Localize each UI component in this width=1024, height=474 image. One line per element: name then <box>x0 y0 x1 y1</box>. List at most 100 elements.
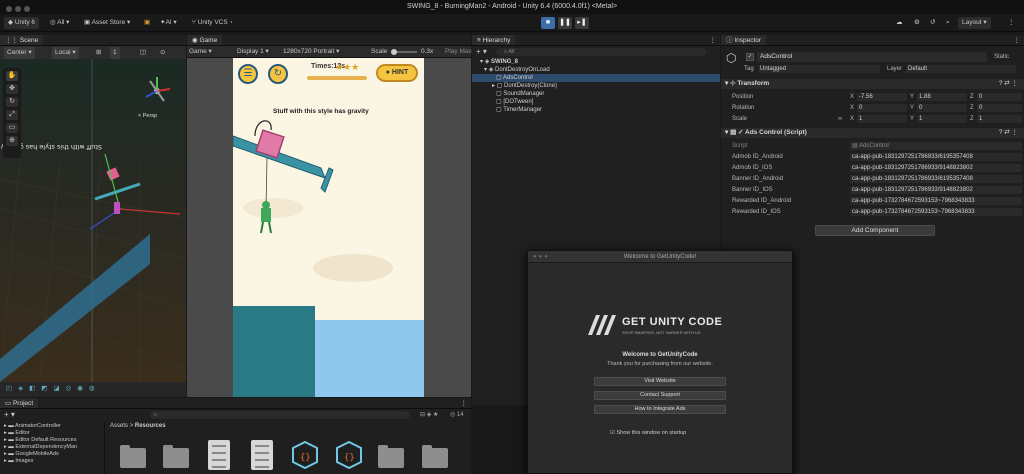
add-icon[interactable]: + ▾ <box>476 47 487 56</box>
scale-z[interactable]: 1 <box>977 115 1022 123</box>
menu-button[interactable]: ☰ <box>238 64 258 84</box>
history-icon[interactable]: ↺ <box>930 17 935 29</box>
filter-icons[interactable]: ⊟ ◈ ★ <box>420 411 438 418</box>
transform-header[interactable]: ▾ ⊹ Transform? ⇄ ⋮ <box>721 79 1024 89</box>
all-dropdown[interactable]: ◎ All ▾ <box>50 17 69 29</box>
display-dropdown[interactable]: Display 1 ▾ <box>237 46 269 58</box>
banner-ios-field[interactable]: ca-app-pub-1831297251786933/9148823802 <box>850 186 1022 194</box>
vcs-button[interactable]: ⑂ Unity VCS ▾ <box>192 17 233 29</box>
search-icon[interactable]: ⌕ <box>946 17 950 29</box>
asset-store-button[interactable]: ▣ Asset Store ▾ <box>84 17 130 29</box>
banner-android-field[interactable]: ca-app-pub-1831297251786933/6195357408 <box>850 175 1022 183</box>
scene-viewport[interactable]: Stuff with this style has gravity < Pers… <box>0 59 186 382</box>
link-icon[interactable]: ∞ <box>838 115 842 123</box>
tab-project[interactable]: ▭ Project <box>0 398 39 408</box>
scale-y[interactable]: 1 <box>917 115 967 123</box>
tab-hierarchy[interactable]: ≡ Hierarchy <box>472 35 516 45</box>
hierarchy-search-input[interactable]: ⌕ All <box>496 48 706 56</box>
hierarchy-item-timermanager[interactable]: ▢ TimerManager <box>472 106 720 114</box>
gear-icon[interactable]: ⚙ <box>914 17 920 29</box>
scale-slider-knob[interactable] <box>391 49 397 55</box>
move-tool-icon[interactable]: ✥ <box>6 84 18 94</box>
hierarchy-item-dontdestroy[interactable]: ▾ ◈ DontDestroyOnLoad <box>472 66 720 74</box>
game-mode-dropdown[interactable]: Game ▾ <box>189 46 212 58</box>
gizmo-icon[interactable]: ⊙ <box>160 47 165 59</box>
show-on-startup-toggle[interactable]: ☑ Show this window on startup <box>610 430 686 436</box>
contact-support-button[interactable]: Contact Support <box>594 391 726 400</box>
breadcrumb-root[interactable]: Assets <box>110 423 128 429</box>
scale-tool-icon[interactable]: ⤢ <box>6 110 18 120</box>
component-checkbox[interactable]: ✓ <box>738 129 745 136</box>
project-search-input[interactable]: ⌕ <box>150 411 410 419</box>
position-x[interactable]: -7.56 <box>857 93 907 101</box>
asset-folder-icon[interactable] <box>163 445 189 468</box>
project-splitter[interactable] <box>104 422 105 474</box>
restart-button[interactable]: ↻ <box>268 64 288 84</box>
package-icon[interactable]: ▣ <box>144 17 150 29</box>
asset-document-icon[interactable] <box>251 440 273 470</box>
position-z[interactable]: 0 <box>977 93 1022 101</box>
layout-dropdown[interactable]: Layout ▾ <box>958 17 991 29</box>
hierarchy-item-dotween[interactable]: ▢ [DOTween] <box>472 98 720 106</box>
pause-button[interactable]: ❚❚ <box>558 17 572 29</box>
cloud-icon[interactable]: ☁ <box>896 17 903 29</box>
layer-dropdown[interactable]: Default <box>906 65 1016 73</box>
hierarchy-menu-icon[interactable]: ⋮ <box>710 35 717 45</box>
snap-icon[interactable]: ⊞ <box>96 47 101 59</box>
tab-inspector[interactable]: ⓘ Inspector <box>721 35 767 45</box>
tree-item[interactable]: ▸ ▬ Editor <box>4 430 30 437</box>
more-icon[interactable]: ⋮ <box>1008 17 1015 29</box>
asset-script-icon[interactable]: {} <box>336 441 362 469</box>
close-dot[interactable] <box>6 6 12 12</box>
tag-dropdown[interactable]: Untagged <box>758 65 880 73</box>
tree-item[interactable]: ▸ ▬ ExternalDependencyMan <box>4 444 77 451</box>
visit-website-button[interactable]: Visit Website <box>594 377 726 386</box>
add-component-button[interactable]: Add Component <box>815 225 935 236</box>
asset-folder-icon[interactable] <box>422 445 448 468</box>
account-button[interactable]: ◆ Unity 6 <box>4 17 40 29</box>
transform-tool-icon[interactable]: ⊕ <box>6 136 18 146</box>
resolution-dropdown[interactable]: 1280x720 Portrait ▾ <box>283 46 339 58</box>
tree-item[interactable]: ▸ ▬ Images <box>4 458 33 465</box>
rewarded-android-field[interactable]: ca-app-pub-1732784672593153~7968343833 <box>850 197 1022 205</box>
active-checkbox[interactable]: ✓ <box>746 53 754 61</box>
dialog-window-controls[interactable]: ●●● <box>533 251 550 263</box>
integrate-ads-button[interactable]: How to Integrate Ads <box>594 405 726 414</box>
view-tool-icon[interactable]: ✋ <box>6 71 18 81</box>
step-button[interactable]: ▸❚ <box>575 17 589 29</box>
ads-control-header[interactable]: ▾ ▤ ✓ Ads Control (Script)? ⇄ ⋮ <box>721 128 1024 138</box>
rect-tool-icon[interactable]: ▭ <box>6 123 18 133</box>
tab-scene[interactable]: ⋮⋮ Scene <box>0 35 44 45</box>
asset-script-icon[interactable]: {} <box>292 441 318 469</box>
inspector-menu-icon[interactable]: ⋮ <box>1014 35 1021 45</box>
pivot-center-dropdown[interactable]: Center ▾ <box>4 47 35 59</box>
project-menu-icon[interactable]: ⋮ <box>461 398 468 408</box>
tab-game[interactable]: ◉ Game <box>187 35 223 45</box>
snap-value[interactable]: 1 <box>110 47 120 59</box>
hierarchy-item-adscontrol[interactable]: ▢ AdsControl <box>472 74 720 82</box>
component-menu-icon[interactable]: ? ⇄ ⋮ <box>999 79 1018 89</box>
rotate-tool-icon[interactable]: ↻ <box>6 97 18 107</box>
tree-item[interactable]: ▸ ▬ Editor Default Resources <box>4 437 76 444</box>
admob-android-field[interactable]: ca-app-pub-1831297251786933/6195357408 <box>850 153 1022 161</box>
hierarchy-item-soundmanager[interactable]: ▢ SoundManager <box>472 90 720 98</box>
tree-item[interactable]: ▸ ▬ GoogleMobileAds <box>4 451 59 458</box>
hierarchy-item-scene[interactable]: ▾ ◈ SWING_8 <box>472 58 720 66</box>
play-button[interactable]: ■ <box>541 17 555 29</box>
rewarded-ios-field[interactable]: ca-app-pub-1732784672593153~7968343833 <box>850 208 1022 216</box>
asset-folder-icon[interactable] <box>120 445 146 468</box>
admob-ios-field[interactable]: ca-app-pub-1831297251786933/9148823802 <box>850 164 1022 172</box>
scale-x[interactable]: 1 <box>857 115 907 123</box>
ai-button[interactable]: ✦AI ▾ <box>160 17 177 29</box>
asset-folder-icon[interactable] <box>378 445 404 468</box>
rotation-x[interactable]: 0 <box>857 104 907 112</box>
create-asset-icon[interactable]: + ▾ <box>4 410 15 419</box>
view-options-icon[interactable]: ◫ <box>140 47 146 59</box>
minimize-dot[interactable] <box>15 6 21 12</box>
component-menu-icon[interactable]: ? ⇄ ⋮ <box>999 128 1018 138</box>
hint-button[interactable]: ● HINT <box>376 64 418 82</box>
asset-document-icon[interactable] <box>208 440 230 470</box>
zoom-dot[interactable] <box>24 6 30 12</box>
overlay-icons[interactable]: ◰◈◧◩◪◎◉◍ <box>6 383 101 395</box>
game-screen[interactable]: ☰ ↻ Times:12s ★★★ ● HINT Stuff with this… <box>233 58 424 397</box>
